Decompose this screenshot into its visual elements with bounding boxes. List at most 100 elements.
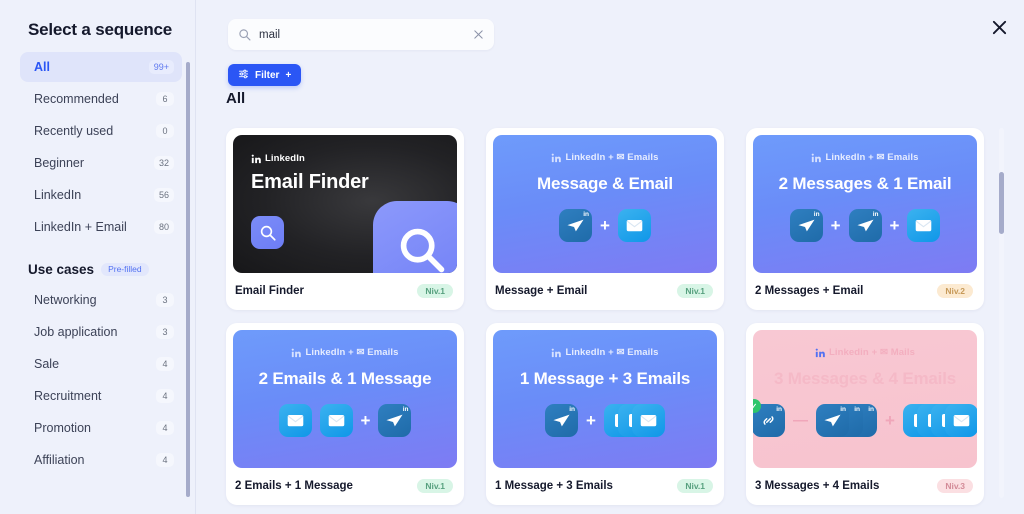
- main-scrollbar-thumb[interactable]: [999, 172, 1004, 234]
- card-icon-row: [251, 216, 284, 249]
- card-icon-row: in ✓ — in in in +: [753, 399, 977, 437]
- linkedin-message-icon: in: [789, 209, 823, 242]
- sidebar-item-count: 0: [156, 123, 174, 139]
- search-bar[interactable]: mail: [228, 19, 494, 50]
- linkedin-icon: [811, 153, 822, 163]
- sidebar-item-label: Networking: [34, 293, 97, 307]
- sidebar-scrollbar[interactable]: [186, 62, 190, 497]
- card-artwork-title: 1 Message + 3 Emails: [519, 369, 691, 388]
- sidebar-category-list: All 99+ Recommended 6 Recently used 0 Beginner…: [0, 52, 196, 242]
- sequence-card[interactable]: Linkedin + ✉ Mails 3 Messages & 4 Emails i…: [746, 323, 984, 505]
- sidebar-item-sale[interactable]: Sale 4: [20, 349, 182, 379]
- sidebar-item-promotion[interactable]: Promotion 4: [20, 413, 182, 443]
- sidebar-item-count: 4: [156, 452, 174, 468]
- plus-icon: +: [885, 411, 895, 430]
- plus-icon: +: [600, 216, 610, 235]
- card-artwork: LinkedIn Email Finder: [233, 135, 457, 273]
- card-footer: Message + Email Niv.1: [493, 273, 717, 309]
- sidebar-item-label: Recruitment: [34, 389, 102, 403]
- sidebar-item-recently-used[interactable]: Recently used 0: [20, 116, 182, 146]
- card-artwork: LinkedIn + ✉ Emails Message & Email in +: [493, 135, 717, 273]
- sidebar-item-recruitment[interactable]: Recruitment 4: [20, 381, 182, 411]
- linkedin-message-icon: in: [559, 209, 593, 242]
- linkedin-message-icon: in: [545, 404, 579, 437]
- sidebar-item-linkedin[interactable]: LinkedIn 56: [20, 180, 182, 210]
- sidebar-item-count: 6: [156, 91, 174, 107]
- select-sequence-dialog: Select a sequence All 99+ Recommended 6 Rece…: [0, 0, 1024, 514]
- linkedin-invite-icon: in ✓: [753, 399, 786, 437]
- sidebar-item-networking[interactable]: Networking 3: [20, 285, 182, 315]
- card-artwork-title: Message & Email: [537, 174, 673, 193]
- plus-icon: +: [586, 411, 596, 430]
- plus-icon: +: [889, 216, 900, 235]
- sidebar-item-affiliation[interactable]: Affiliation 4: [20, 445, 182, 475]
- linkedin-message-icon: in: [378, 404, 412, 437]
- level-badge: Niv.1: [677, 478, 713, 494]
- linkedin-message-stack-icon: in in in: [816, 404, 878, 437]
- sidebar-item-beginner[interactable]: Beginner 32: [20, 148, 182, 178]
- sidebar-item-recommended[interactable]: Recommended 6: [20, 84, 182, 114]
- sequence-card[interactable]: LinkedIn + ✉ Emails 1 Message + 3 Emails i…: [486, 323, 724, 505]
- email-icon: [278, 404, 312, 437]
- sidebar-item-count: 3: [156, 324, 174, 340]
- sidebar-item-linkedin-email[interactable]: LinkedIn + Email 80: [20, 212, 182, 242]
- level-badge: Niv.2: [937, 283, 973, 299]
- card-artwork: LinkedIn + ✉ Emails 2 Messages & 1 Email i…: [753, 135, 977, 273]
- email-icon: [631, 404, 665, 437]
- sidebar-item-label: Beginner: [34, 156, 85, 170]
- sidebar-item-all[interactable]: All 99+: [20, 52, 182, 82]
- card-artwork-title: 2 Messages & 1 Email: [778, 174, 952, 193]
- sidebar-item-count: 99+: [148, 59, 174, 75]
- magnifier-icon-large: [373, 201, 457, 273]
- card-artwork-title: 2 Emails & 1 Message: [258, 369, 432, 388]
- linkedin-message-icon: in: [848, 209, 882, 242]
- card-title: 2 Emails + 1 Message: [235, 480, 353, 492]
- clear-search-icon[interactable]: [473, 29, 484, 40]
- email-stack-icon: [902, 404, 977, 437]
- card-title: Message + Email: [495, 285, 588, 297]
- sidebar-item-count: 32: [153, 155, 174, 171]
- email-icon: [907, 209, 941, 242]
- card-title: 1 Message + 3 Emails: [495, 480, 613, 492]
- sidebar: Select a sequence All 99+ Recommended 6 Rece…: [0, 0, 196, 514]
- use-cases-title: Use cases: [28, 262, 95, 277]
- card-footer: 2 Messages + Email Niv.2: [753, 273, 977, 309]
- plus-icon: +: [830, 216, 841, 235]
- sidebar-item-label: All: [34, 60, 50, 74]
- sidebar-item-job-application[interactable]: Job application 3: [20, 317, 182, 347]
- sidebar-item-count: 3: [156, 292, 174, 308]
- linkedin-icon: [291, 348, 302, 358]
- card-platform-text: LinkedIn + ✉ Emails: [565, 347, 659, 358]
- sidebar-item-count: 80: [153, 219, 174, 235]
- card-platform-label: Linkedin + ✉ Mails: [815, 347, 915, 358]
- linkedin-icon: [551, 348, 562, 358]
- plus-icon: +: [360, 411, 371, 430]
- sidebar-item-label: LinkedIn: [34, 188, 82, 202]
- sidebar-item-count: 56: [153, 187, 174, 203]
- sequence-card[interactable]: LinkedIn Email Finder Email Finder Niv.1: [226, 128, 464, 310]
- sidebar-item-count: 4: [156, 420, 174, 436]
- email-stack-icon: [603, 404, 665, 437]
- sidebar-item-label: Job application: [34, 325, 118, 339]
- card-artwork: LinkedIn + ✉ Emails 2 Emails & 1 Message +…: [233, 330, 457, 468]
- linkedin-message-icon: in: [816, 404, 850, 437]
- filter-label: Filter: [255, 69, 280, 81]
- filter-button[interactable]: Filter +: [228, 64, 302, 86]
- search-input[interactable]: mail: [259, 29, 465, 41]
- sequence-card[interactable]: LinkedIn + ✉ Emails 2 Emails & 1 Message +…: [226, 323, 464, 505]
- card-icon-row: in + in +: [789, 209, 941, 242]
- sequence-card[interactable]: LinkedIn + ✉ Emails 2 Messages & 1 Email i…: [746, 128, 984, 310]
- close-button[interactable]: [986, 14, 1012, 40]
- card-platform-text: LinkedIn + ✉ Emails: [565, 152, 659, 163]
- card-title: 3 Messages + 4 Emails: [755, 480, 880, 492]
- card-footer: 2 Emails + 1 Message Niv.1: [233, 468, 457, 504]
- sidebar-item-label: Sale: [34, 357, 60, 371]
- sequence-card-grid: LinkedIn Email Finder Email Finder Niv.1 Lin…: [226, 128, 1000, 505]
- sidebar-item-label: Recommended: [34, 92, 119, 106]
- card-artwork-title: Email Finder: [251, 171, 369, 193]
- sidebar-item-count: 4: [156, 388, 174, 404]
- magnifier-icon: [251, 216, 284, 249]
- sequence-card[interactable]: LinkedIn + ✉ Emails Message & Email in + Mes…: [486, 128, 724, 310]
- card-platform-label: LinkedIn + ✉ Emails: [291, 347, 398, 358]
- use-cases-header: Use cases Pre-filled: [0, 244, 196, 283]
